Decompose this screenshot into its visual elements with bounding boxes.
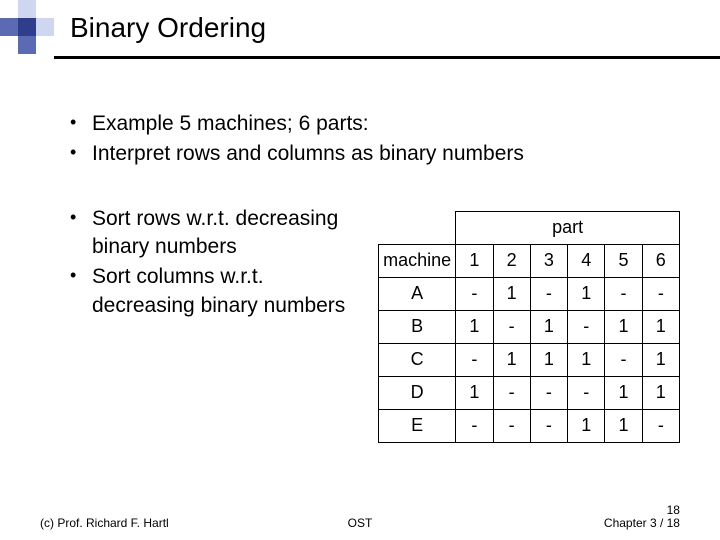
- bullet: Example 5 machines; 6 parts:: [70, 110, 680, 138]
- col-header: 5: [605, 244, 642, 277]
- cell: -: [568, 376, 605, 409]
- cell: -: [642, 277, 679, 310]
- col-header: 4: [568, 244, 605, 277]
- corner-decoration: [0, 0, 54, 54]
- bullet: Sort columns w.r.t. decreasing binary nu…: [70, 263, 360, 320]
- table-corner: [379, 211, 456, 244]
- cell: 1: [642, 343, 679, 376]
- lower-bullets: Sort rows w.r.t. decreasing binary numbe…: [70, 205, 360, 320]
- cell: -: [456, 277, 493, 310]
- cell: 1: [642, 310, 679, 343]
- cell: -: [493, 376, 530, 409]
- cell: -: [605, 277, 642, 310]
- row-label: E: [379, 409, 456, 442]
- cell: 1: [568, 343, 605, 376]
- cell: -: [530, 277, 567, 310]
- table-row: D 1 - - - 1 1: [379, 376, 680, 409]
- cell: 1: [605, 409, 642, 442]
- top-bullets: Example 5 machines; 6 parts: Interpret r…: [70, 110, 680, 169]
- title-bar: Binary Ordering: [54, 0, 720, 59]
- slide-content: Example 5 machines; 6 parts: Interpret r…: [0, 80, 720, 500]
- row-label: C: [379, 343, 456, 376]
- cell: 1: [456, 310, 493, 343]
- cell: -: [568, 310, 605, 343]
- cell: 1: [530, 343, 567, 376]
- cell: 1: [605, 310, 642, 343]
- cell: 1: [530, 310, 567, 343]
- cell: -: [493, 310, 530, 343]
- cell: -: [530, 376, 567, 409]
- cell: 1: [605, 376, 642, 409]
- bullet: Sort rows w.r.t. decreasing binary numbe…: [70, 205, 360, 262]
- row-label: A: [379, 277, 456, 310]
- cell: 1: [642, 376, 679, 409]
- table-row: C - 1 1 1 - 1: [379, 343, 680, 376]
- slide-footer: (c) Prof. Richard F. Hartl OST 18 Chapte…: [0, 504, 720, 530]
- cell: -: [605, 343, 642, 376]
- footer-right: 18 Chapter 3 / 18: [467, 504, 680, 530]
- chapter-label: Chapter 3 / 18: [604, 516, 680, 530]
- col-header: 3: [530, 244, 567, 277]
- cell: 1: [568, 409, 605, 442]
- table-row: E - - - 1 1 -: [379, 409, 680, 442]
- table-row: A - 1 - 1 - -: [379, 277, 680, 310]
- cell: -: [456, 409, 493, 442]
- parts-group-header: part: [456, 211, 680, 244]
- slide-title: Binary Ordering: [70, 12, 266, 44]
- cell: -: [642, 409, 679, 442]
- cell: 1: [568, 277, 605, 310]
- cell: 1: [493, 277, 530, 310]
- footer-left: (c) Prof. Richard F. Hartl: [40, 516, 253, 530]
- row-label: B: [379, 310, 456, 343]
- col-header: 6: [642, 244, 679, 277]
- cell: -: [456, 343, 493, 376]
- row-label: D: [379, 376, 456, 409]
- table-row: B 1 - 1 - 1 1: [379, 310, 680, 343]
- col-header: 1: [456, 244, 493, 277]
- cell: 1: [456, 376, 493, 409]
- machine-part-table: part machine 1 2 3 4 5 6 A - 1 - 1: [378, 211, 680, 443]
- cell: -: [493, 409, 530, 442]
- cell: 1: [493, 343, 530, 376]
- row-dimension-header: machine: [379, 244, 456, 277]
- cell: -: [530, 409, 567, 442]
- col-header: 2: [493, 244, 530, 277]
- bullet: Interpret rows and columns as binary num…: [70, 140, 680, 168]
- footer-center: OST: [253, 516, 466, 530]
